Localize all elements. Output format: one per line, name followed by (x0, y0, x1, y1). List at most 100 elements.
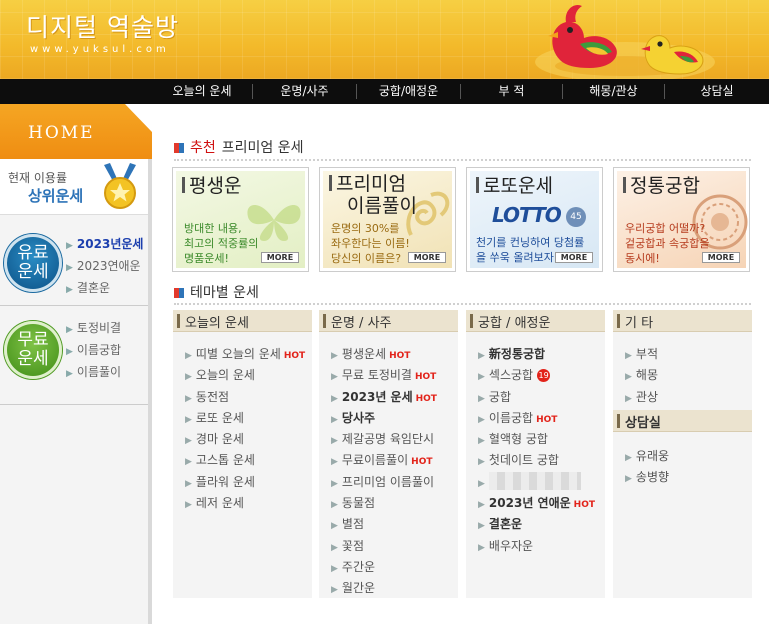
arrow-icon: ▶ (478, 393, 485, 404)
sidebar-item-label: 토정비결 (76, 321, 122, 335)
list-item[interactable]: ▶ 무료이름풀이 HOT (331, 450, 437, 471)
card-title: 정통궁합 (623, 175, 700, 197)
medal-icon (104, 163, 136, 209)
sidebar-item-2023-fortune[interactable]: ▶ 2023년운세 (66, 233, 143, 255)
arrow-icon: ▶ (331, 478, 338, 489)
arrow-icon: ▶ (331, 542, 338, 553)
top-navigation: 오늘의 운세 운명/사주 궁합/애정운 부 적 해몽/관상 상담실 (0, 79, 769, 104)
list-item[interactable]: ▶ 로또 운세 (185, 408, 305, 429)
list-item[interactable]: ▶ 배우자운 (478, 536, 595, 557)
arrow-icon: ▶ (185, 478, 192, 489)
sidebar-item-tojeong[interactable]: ▶ 토정비결 (66, 317, 121, 339)
lotto-ball-icon: 45 (566, 207, 586, 227)
more-button[interactable]: MORE (261, 252, 299, 263)
sidebar-item-2023-love[interactable]: ▶ 2023연애운 (66, 255, 143, 277)
list-item[interactable]: ▶ 이름궁합 HOT (478, 408, 595, 429)
arrow-icon: ▶ (331, 372, 338, 383)
nav-counseling[interactable]: 상담실 (665, 79, 769, 104)
list-item[interactable]: ▶ 해몽 (625, 365, 658, 386)
list-item[interactable]: ▶ 송병향 (625, 467, 669, 488)
arrow-icon: ▶ (478, 351, 485, 361)
list-item[interactable]: ▶ 꽃점 (331, 536, 437, 557)
list-item[interactable]: ▶ 유래웅 (625, 446, 669, 467)
list-item[interactable]: ▶ 결혼운 (478, 514, 595, 535)
arrow-icon: ▶ (625, 393, 632, 404)
list-item[interactable]: ▶ 프리미엄 이름풀이 (331, 472, 437, 493)
card-traditional-compat[interactable]: 정통궁합 우리궁합 어떨까? 겉궁합과 속궁합을 동시에! MORE (613, 167, 750, 272)
list-item-blurred[interactable]: ▶ (478, 471, 595, 493)
nav-dream-physiognomy[interactable]: 해몽/관상 (563, 79, 664, 104)
nav-today-fortune[interactable]: 오늘의 운세 (152, 79, 252, 104)
list-item[interactable]: ▶ 동전점 (185, 387, 305, 408)
paid-fortune-label: 유료 운세 (17, 243, 49, 282)
more-button[interactable]: MORE (702, 252, 740, 263)
list-item[interactable]: ▶ 2023년 연애운 HOT (478, 493, 595, 514)
list-item[interactable]: ▶ 제갈공명 육임단시 (331, 429, 437, 450)
column-list: ▶ 띠별 오늘의 운세 HOT ▶ 오늘의 운세 ▶ 동전점 ▶ 로또 운세 ▶ 경마 운세… (185, 344, 305, 514)
list-item[interactable]: ▶ 섹스궁합 19 (478, 365, 595, 386)
list-item[interactable]: ▶ 무료 토정비결 HOT (331, 365, 437, 386)
arrow-icon: ▶ (185, 500, 192, 511)
list-item[interactable]: ▶ 별점 (331, 514, 437, 535)
more-button[interactable]: MORE (408, 252, 446, 263)
site-logo[interactable]: 디지털 역술방 (26, 8, 179, 44)
list-item[interactable]: ▶ 첫데이트 궁합 (478, 450, 595, 471)
column-compatibility: 궁합 / 애정운 ▶ 新정통궁합 ▶ 섹스궁합 19 ▶ 궁합 ▶ 이름궁합 HOT ▶ 혈액… (466, 310, 605, 598)
list-item[interactable]: ▶ 고스톱 운세 (185, 450, 305, 471)
free-fortune-list: ▶ 토정비결 ▶ 이름궁합 ▶ 이름풀이 (66, 317, 121, 383)
sidebar-item-name-compat[interactable]: ▶ 이름궁합 (66, 339, 121, 361)
list-item[interactable]: ▶ 플라워 운세 (185, 472, 305, 493)
list-item[interactable]: ▶ 관상 (625, 387, 658, 408)
home-tab[interactable]: HOME (0, 104, 152, 159)
arrow-icon: ▶ (66, 285, 73, 295)
list-item[interactable]: ▶ 오늘의 운세 (185, 365, 305, 386)
more-button[interactable]: MORE (555, 252, 593, 263)
list-item[interactable]: ▶ 레저 운세 (185, 493, 305, 514)
card-lotto-fortune[interactable]: 로또운세 LOTTO 45 천기를 컨닝하여 당첨률 을 쑤욱 올려보자~ MO… (466, 167, 603, 272)
list-item[interactable]: ▶ 부적 (625, 344, 658, 365)
nav-compatibility[interactable]: 궁합/애정운 (357, 79, 460, 104)
card-lifetime-fortune[interactable]: 평생운 방대한 내용, 최고의 적중률의 명품운세! MORE (172, 167, 309, 272)
header-bar-icon (617, 414, 620, 428)
sidebar-item-marriage[interactable]: ▶ 결혼운 (66, 277, 143, 299)
arrow-icon: ▶ (478, 372, 485, 383)
arrow-icon: ▶ (331, 351, 338, 361)
hot-badge: HOT (415, 393, 437, 404)
nav-talisman[interactable]: 부 적 (461, 79, 562, 104)
column-subheader: 상담실 (613, 410, 752, 432)
list-item[interactable]: ▶ 평생운세 HOT (331, 344, 437, 365)
list-item[interactable]: ▶ 2023년 운세 HOT (331, 387, 437, 408)
recommend-section-title: 추천 프리미엄 운세 (174, 137, 304, 157)
rank-caption: 현재 이용률 (8, 171, 68, 185)
arrow-icon: ▶ (185, 414, 192, 425)
list-item[interactable]: ▶ 동물점 (331, 493, 437, 514)
section-bullet-icon (174, 288, 184, 298)
list-item[interactable]: ▶ 新정통궁합 (478, 344, 595, 365)
sidebar-item-name-reading[interactable]: ▶ 이름풀이 (66, 361, 121, 383)
list-item[interactable]: ▶ 혈액형 궁합 (478, 429, 595, 450)
column-etc: 기 타 ▶ 부적 ▶ 해몽 ▶ 관상 상담실 ▶ 유래웅 ▶ 송병향 (613, 310, 752, 598)
list-item[interactable]: ▶ 당사주 (331, 408, 437, 429)
hot-badge: HOT (536, 414, 558, 425)
list-item[interactable]: ▶ 월간운 (331, 578, 437, 599)
arrow-icon: ▶ (331, 585, 338, 596)
list-item[interactable]: ▶ 띠별 오늘의 운세 HOT (185, 344, 305, 365)
card-premium-name[interactable]: 프리미엄 이름풀이 운명의 30%를 좌우한다는 이름! 당신의 이름은? MO… (319, 167, 456, 272)
top-rank-banner[interactable]: 현재 이용률 상위운세 (0, 159, 148, 215)
sidebar-item-label: 이름궁합 (76, 343, 122, 357)
section-bullet-icon (174, 143, 184, 153)
arrow-icon: ▶ (625, 372, 632, 383)
list-item[interactable]: ▶ 경마 운세 (185, 429, 305, 450)
arrow-icon: ▶ (478, 500, 485, 511)
list-item[interactable]: ▶ 주간운 (331, 557, 437, 578)
list-item[interactable]: ▶ 궁합 (478, 387, 595, 408)
arrow-icon: ▶ (66, 369, 73, 379)
arrow-icon: ▶ (66, 263, 73, 273)
theme-title-text: 테마별 운세 (190, 285, 259, 301)
header-bar-icon (177, 314, 180, 328)
paid-fortune-list: ▶ 2023년운세 ▶ 2023연애운 ▶ 결혼운 (66, 233, 143, 299)
nav-destiny-saju[interactable]: 운명/사주 (253, 79, 356, 104)
card-title: 평생운 (182, 175, 241, 197)
arrow-icon: ▶ (185, 372, 192, 383)
sidebar-item-label: 2023년운세 (76, 237, 144, 251)
